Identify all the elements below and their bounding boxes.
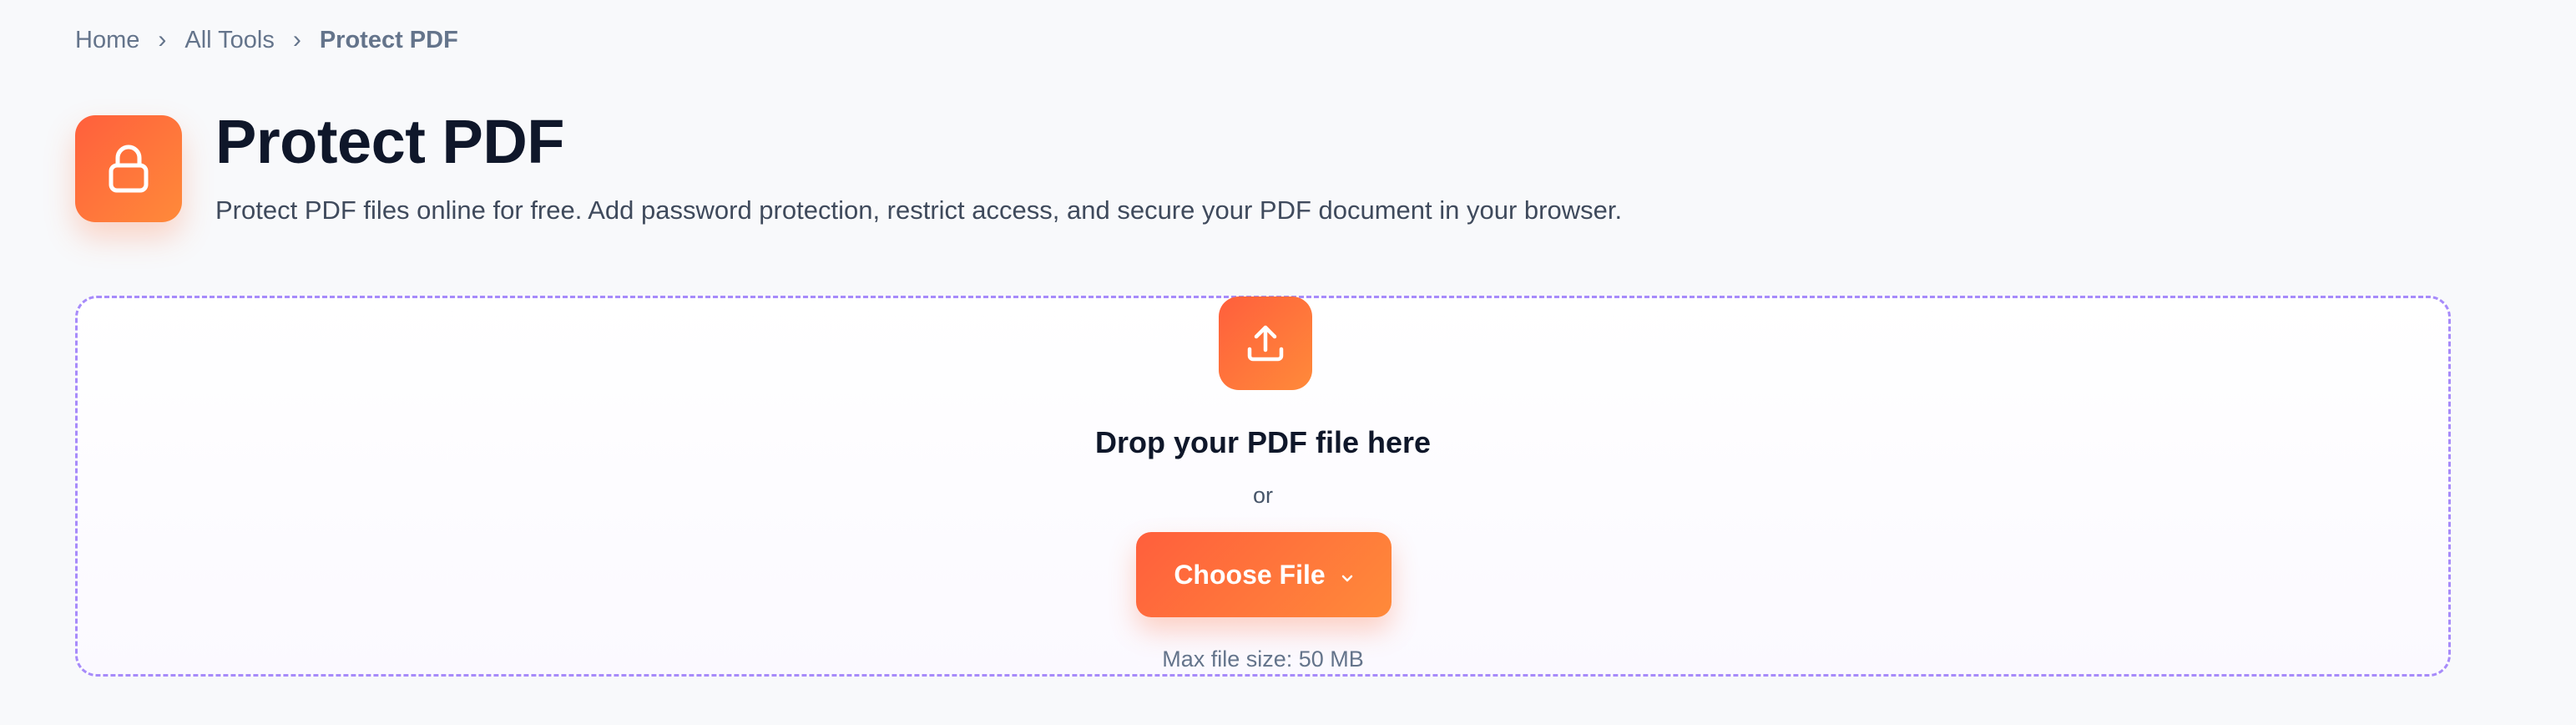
choose-file-button[interactable]: Choose File — [1136, 532, 1392, 617]
upload-icon-badge — [1219, 297, 1312, 390]
max-file-size-note: Max file size: 50 MB — [1162, 646, 1364, 672]
breadcrumb-separator: › — [292, 26, 301, 53]
dropzone-or-text: or — [1252, 483, 1273, 508]
upload-icon — [1247, 325, 1284, 362]
breadcrumb-separator: › — [158, 26, 167, 53]
tool-icon-badge — [75, 115, 182, 222]
breadcrumb-home-link[interactable]: Home — [75, 23, 139, 57]
chevron-down-icon — [1341, 574, 1354, 584]
file-dropzone[interactable]: Drop your PDF file here or Choose File M… — [75, 296, 2451, 677]
page-description: Protect PDF files online for free. Add p… — [215, 195, 1623, 225]
breadcrumb-current-page: Protect PDF — [319, 27, 458, 53]
lock-icon — [109, 144, 149, 193]
choose-file-label: Choose File — [1174, 559, 1326, 590]
breadcrumb-all-tools-link[interactable]: All Tools — [184, 23, 274, 57]
dropzone-title: Drop your PDF file here — [1094, 425, 1432, 459]
page-title: Protect PDF — [215, 107, 565, 176]
breadcrumb: Home › All Tools › Protect PDF — [75, 23, 458, 57]
